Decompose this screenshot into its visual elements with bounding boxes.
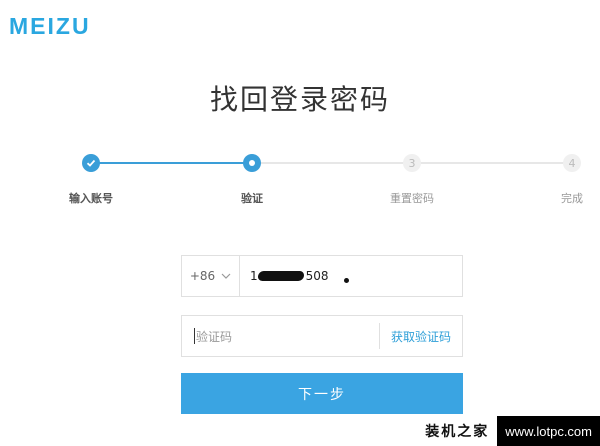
page-title: 找回登录密码 xyxy=(209,83,390,116)
step-4-number: 4 xyxy=(563,154,581,172)
country-code-select[interactable]: +86 xyxy=(182,256,240,296)
phone-prefix: 1 xyxy=(250,269,258,283)
redaction-dot xyxy=(344,278,349,283)
phone-input[interactable]: 1 508 xyxy=(240,256,462,296)
step-1-check-icon xyxy=(82,154,100,172)
verification-code-input[interactable]: 验证码 xyxy=(182,316,379,356)
step-2-active-dot xyxy=(243,154,261,172)
watermark-url: www.lotpc.com xyxy=(497,416,600,446)
verification-code-placeholder: 验证码 xyxy=(196,329,233,344)
meizu-logo: MEIZU xyxy=(9,13,91,39)
phone-suffix: 508 xyxy=(305,269,329,283)
watermark-cn: 装机之家 xyxy=(417,416,498,446)
check-icon xyxy=(86,159,96,167)
step-3-number: 3 xyxy=(403,154,421,172)
next-step-button[interactable]: 下一步 xyxy=(181,373,463,414)
step-label-input-account: 输入账号 xyxy=(69,192,113,205)
step-label-complete: 完成 xyxy=(561,192,583,205)
step-label-reset-password: 重置密码 xyxy=(390,192,434,205)
watermark: 装机之家 www.lotpc.com xyxy=(417,416,600,446)
progress-steps: 3 4 输入账号 验证 重置密码 完成 xyxy=(0,150,600,210)
step-label-verify: 验证 xyxy=(241,192,263,205)
redaction-mark xyxy=(256,271,305,281)
get-code-button[interactable]: 获取验证码 xyxy=(379,323,462,349)
text-caret xyxy=(194,328,195,344)
phone-field: +86 1 508 xyxy=(181,255,463,297)
progress-line-done xyxy=(91,162,252,164)
verification-code-field: 验证码 获取验证码 xyxy=(181,315,463,357)
chevron-down-icon xyxy=(221,271,231,282)
country-code-value: +86 xyxy=(189,269,216,283)
